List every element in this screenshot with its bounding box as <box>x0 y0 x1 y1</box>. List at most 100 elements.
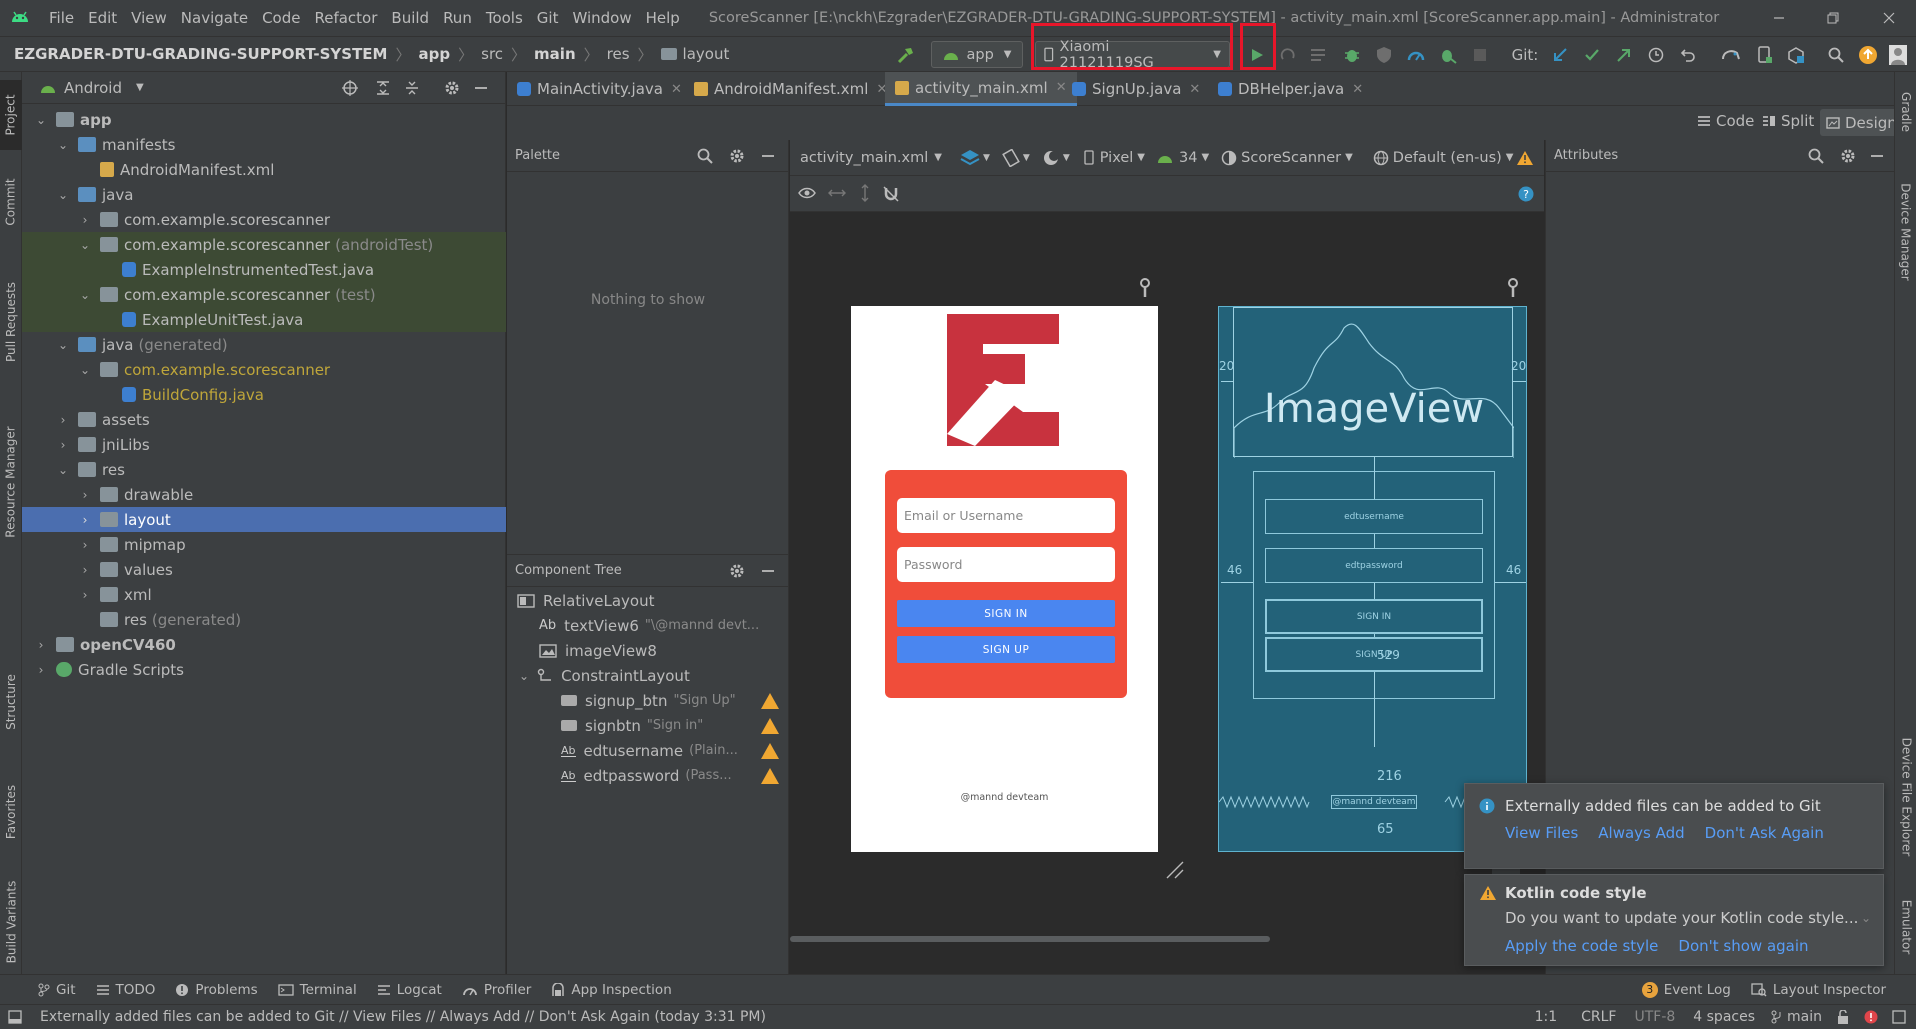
breadcrumb-project[interactable]: EZGRADER-DTU-GRADING-SUPPORT-SYSTEM <box>14 45 387 63</box>
api-level-dropdown[interactable]: 34 ▼ <box>1157 150 1209 166</box>
sign-up-button[interactable]: SIGN UP <box>897 636 1115 663</box>
memory-indicator-icon[interactable] <box>1892 1010 1906 1024</box>
apply-code-style-link[interactable]: Apply the code style <box>1505 937 1658 955</box>
profile-button[interactable] <box>1404 41 1428 68</box>
tree-item-values[interactable]: › values <box>22 557 506 582</box>
tree-node-textview6[interactable]: Ab textView6 "\@mannd devt... <box>539 613 787 638</box>
stripe-project[interactable]: Project <box>0 80 22 150</box>
tree-node-relativelayout[interactable]: RelativeLayout <box>517 588 787 613</box>
warning-icon[interactable] <box>1516 150 1534 166</box>
minimize-button[interactable] <box>1756 0 1802 36</box>
gear-icon[interactable] <box>1840 148 1856 164</box>
run-config-dropdown[interactable]: app ▼ <box>931 41 1023 68</box>
sdk-manager-button[interactable] <box>1784 41 1808 68</box>
tree-item-app[interactable]: ⌄ app <box>22 107 506 132</box>
tree-item-manifests[interactable]: ⌄ manifests <box>22 132 506 157</box>
menu-view[interactable]: View <box>124 9 174 27</box>
tab-mainactivity[interactable]: MainActivity.java ✕ <box>517 72 682 106</box>
project-view-selector[interactable]: Android <box>64 79 122 97</box>
updates-button[interactable] <box>1856 41 1880 68</box>
menu-navigate[interactable]: Navigate <box>174 9 255 27</box>
email-field[interactable]: Email or Username <box>897 498 1115 533</box>
apply-code-changes-button[interactable] <box>1306 41 1330 68</box>
tool-problems[interactable]: Problems <box>175 982 258 998</box>
git-commit-button[interactable] <box>1580 41 1604 68</box>
eye-icon[interactable] <box>798 186 816 200</box>
account-button[interactable] <box>1886 41 1910 68</box>
lock-open-icon[interactable] <box>1836 1010 1850 1024</box>
tree-item-package-androidtest[interactable]: ⌄ com.example.scorescanner (androidTest) <box>22 232 506 257</box>
breadcrumb-main[interactable]: main <box>534 45 576 63</box>
tab-androidmanifest[interactable]: AndroidManifest.xml ✕ <box>694 72 887 106</box>
magnet-off-icon[interactable] <box>882 185 900 203</box>
help-icon[interactable]: ? <box>1518 186 1534 202</box>
tree-item-buildconfig[interactable]: BuildConfig.java <box>22 382 506 407</box>
tree-item-package-test[interactable]: ⌄ com.example.scorescanner (test) <box>22 282 506 307</box>
hide-panel-icon[interactable] <box>474 81 488 95</box>
warning-icon[interactable] <box>761 742 779 759</box>
close-window-button[interactable] <box>1866 0 1912 36</box>
stripe-build-variants[interactable]: Build Variants <box>0 872 22 972</box>
git-rollback-button[interactable] <box>1676 41 1700 68</box>
night-mode-icon[interactable] <box>1042 149 1060 167</box>
blueprint-edtusername[interactable]: edtusername <box>1265 499 1483 534</box>
line-separator[interactable]: CRLF <box>1581 1009 1616 1025</box>
tool-todo[interactable]: TODO <box>96 982 155 998</box>
tool-event-log[interactable]: 3 Event Log <box>1641 981 1731 998</box>
hide-panel-icon[interactable] <box>761 149 775 163</box>
menu-edit[interactable]: Edit <box>81 9 124 27</box>
gear-icon[interactable] <box>729 148 745 164</box>
stop-button[interactable] <box>1468 41 1492 68</box>
tree-item-layout[interactable]: › layout <box>22 507 506 532</box>
menu-help[interactable]: Help <box>639 9 687 27</box>
expand-all-icon[interactable] <box>375 80 391 96</box>
tree-item-jnilibs[interactable]: › jniLibs <box>22 432 506 457</box>
close-tab-icon[interactable]: ✕ <box>1056 80 1067 95</box>
tree-item-package-main[interactable]: › com.example.scorescanner <box>22 207 506 232</box>
tool-git[interactable]: Git <box>38 982 76 998</box>
menu-file[interactable]: File <box>42 9 81 27</box>
close-tab-icon[interactable]: ✕ <box>1352 82 1363 97</box>
menu-window[interactable]: Window <box>565 9 638 27</box>
breadcrumb-src[interactable]: src <box>481 45 503 63</box>
breadcrumb-layout[interactable]: layout <box>683 45 730 63</box>
git-update-button[interactable] <box>1548 41 1572 68</box>
make-project-button[interactable] <box>893 41 919 68</box>
menu-git[interactable]: Git <box>530 9 566 27</box>
orientation-icon[interactable] <box>1002 148 1020 167</box>
tree-node-constraintlayout[interactable]: ⌄ ConstraintLayout <box>519 663 787 688</box>
tab-activity-main[interactable]: activity_main.xml ✕ <box>885 72 1077 106</box>
menu-refactor[interactable]: Refactor <box>307 9 384 27</box>
tree-node-imageview8[interactable]: imageView8 <box>539 638 787 663</box>
tree-item-java[interactable]: ⌄ java <box>22 182 506 207</box>
blueprint-edtpassword[interactable]: edtpassword <box>1265 548 1483 583</box>
stripe-commit[interactable]: Commit <box>0 162 22 242</box>
gear-icon[interactable] <box>444 80 460 96</box>
tree-node-signup-btn[interactable]: signup_btn "Sign Up" <box>561 688 787 713</box>
horizontal-arrows-icon[interactable] <box>828 188 846 198</box>
password-field[interactable]: Password <box>897 547 1115 582</box>
tree-item-instrumented-test[interactable]: ExampleInstrumentedTest.java <box>22 257 506 282</box>
tree-item-drawable[interactable]: › drawable <box>22 482 506 507</box>
tree-item-xml[interactable]: › xml <box>22 582 506 607</box>
tree-item-package-generated[interactable]: ⌄ com.example.scorescanner <box>22 357 506 382</box>
tree-node-edtusername[interactable]: Ab edtusername (Plain... <box>561 738 787 763</box>
warning-icon[interactable] <box>761 767 779 784</box>
blueprint-textview6[interactable]: @mannd devteam <box>1331 795 1417 809</box>
file-encoding[interactable]: UTF-8 <box>1634 1009 1675 1025</box>
stripe-device-file-explorer[interactable]: Device File Explorer <box>1895 722 1916 872</box>
indent-setting[interactable]: 4 spaces <box>1693 1009 1755 1025</box>
stripe-resource-manager[interactable]: Resource Manager <box>0 402 22 562</box>
apply-changes-button[interactable] <box>1276 41 1300 68</box>
view-mode-design[interactable]: Design <box>1820 109 1903 136</box>
wrench-icon[interactable] <box>1507 278 1519 298</box>
stripe-gradle[interactable]: Gradle <box>1895 82 1916 142</box>
device-preview-dropdown[interactable]: Pixel ▼ <box>1084 150 1145 166</box>
menu-code[interactable]: Code <box>255 9 307 27</box>
resize-handle-icon[interactable] <box>1165 860 1185 880</box>
debug-button[interactable] <box>1340 41 1364 68</box>
blueprint-preview[interactable]: ImageView 20 20 46 46 edtusername edtpas… <box>1218 306 1528 852</box>
close-tab-icon[interactable]: ✕ <box>1189 82 1200 97</box>
tree-node-signbtn[interactable]: signbtn "Sign in" <box>561 713 787 738</box>
tree-item-androidmanifest[interactable]: AndroidManifest.xml <box>22 157 506 182</box>
